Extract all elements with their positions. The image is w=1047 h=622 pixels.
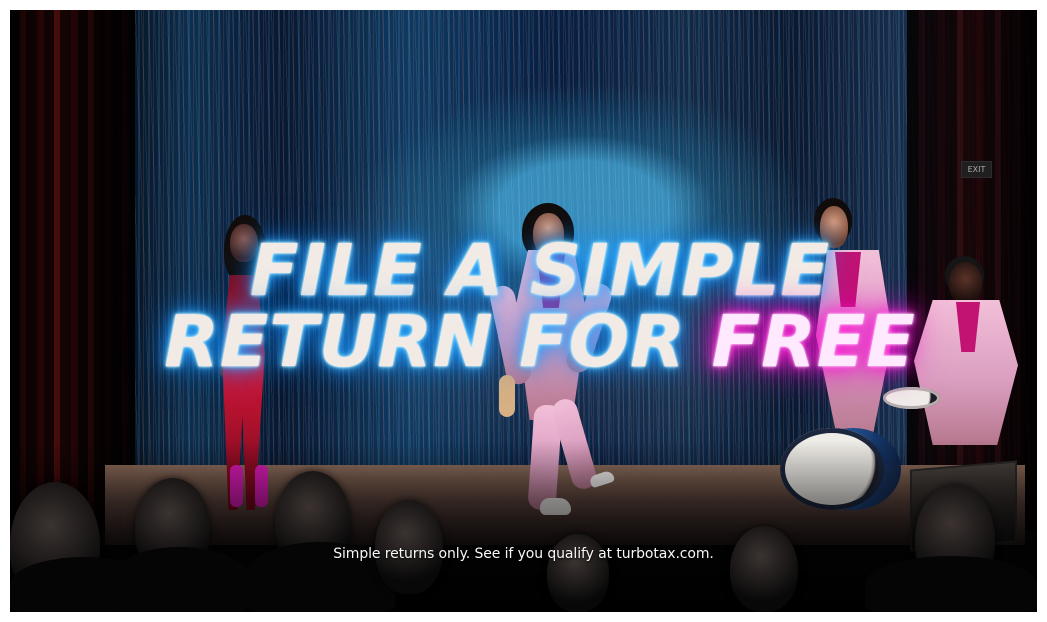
audience-silhouettes — [10, 440, 1037, 612]
snare-drum — [883, 387, 940, 409]
video-frame: EXIT FILE A SIMPLE RETURN FOR FREE Simpl… — [10, 10, 1037, 612]
stage-scene: EXIT FILE A SIMPLE RETURN FOR FREE Simpl… — [10, 10, 1037, 612]
legal-caption: Simple returns only. See if you qualify … — [333, 546, 714, 562]
exit-sign: EXIT — [961, 161, 992, 178]
